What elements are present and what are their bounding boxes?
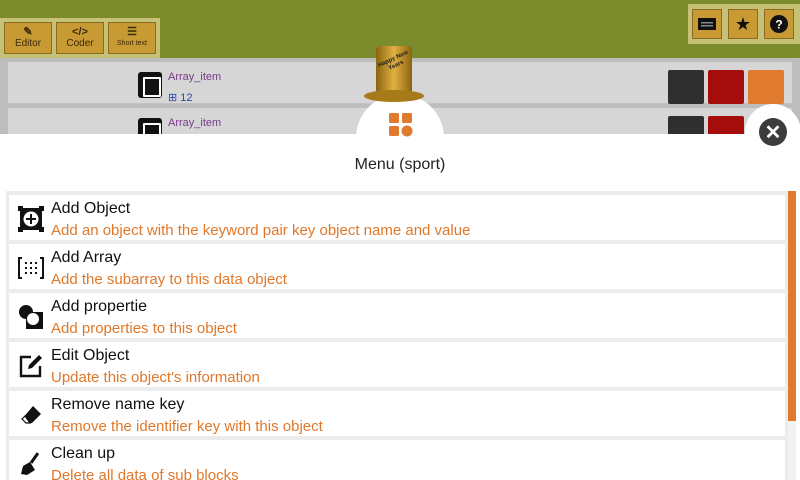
star-icon: ★ [734,13,752,34]
scrollbar-thumb[interactable] [788,191,796,421]
menu-item-description: Remove the identifier key with this obje… [51,418,323,435]
close-menu-button[interactable]: ✕ [745,104,800,160]
short-text-tool-button[interactable]: ☰ Short text [108,22,156,54]
add-object-icon [17,205,45,233]
svg-text:?: ? [775,18,782,32]
tool-label: Coder [66,38,94,49]
item-name: Array_item [168,117,222,129]
tool-label: Editor [14,38,42,49]
note-icon: ☰ [127,26,137,38]
favorite-button[interactable]: ★ [728,9,758,39]
keyboard-button[interactable] [692,9,722,39]
help-button[interactable]: ? [764,9,794,39]
properties-icon [17,303,45,331]
close-icon: ✕ [759,118,787,146]
menu-title: Menu (sport) [354,156,446,173]
delete-item-button[interactable] [708,70,744,104]
menu-item-title: Remove name key [51,396,185,413]
menu-list: Add Object Add an object with the keywor… [6,191,796,480]
menu-item-description: Delete all data of sub blocks [51,467,239,480]
array-brackets-icon [17,254,45,282]
menu-item-title: Clean up [51,445,116,462]
menu-item-edit-object[interactable]: Edit Object Update this object's informa… [9,342,785,387]
menu-item-clean-up[interactable]: Clean up Delete all data of sub blocks [9,440,785,480]
eraser-icon [17,401,45,429]
item-count-value: 12 [180,92,193,104]
code-icon: </> [72,26,88,38]
edit-icon [17,352,45,380]
menu-item-title: Add propertie [51,298,148,315]
grid-menu-icon [389,113,413,137]
editor-tool-button[interactable]: ✎ Editor [4,22,52,54]
menu-scrollbar[interactable] [788,191,796,480]
tool-label: Short text [117,40,147,47]
menu-item-title: Add Object [51,200,131,217]
menu-item-description: Add properties to this object [51,320,237,337]
coder-tool-button[interactable]: </> Coder [56,22,104,54]
menu-item-description: Add the subarray to this data object [51,271,287,288]
menu-item-description: Update this object's information [51,369,260,386]
item-name: Array_item [168,71,222,83]
menu-item-remove-name-key[interactable]: Remove name key Remove the identifier ke… [9,391,785,436]
menu-item-title: Add Array [51,249,122,266]
menu-item-add-array[interactable]: Add Array Add the subarray to this data … [9,244,785,289]
menu-item-add-object[interactable]: Add Object Add an object with the keywor… [9,195,785,240]
edit-item-button[interactable] [668,70,704,104]
help-icon: ? [770,15,788,33]
menu-item-description: Add an object with the keyword pair key … [51,222,471,239]
tool-bar: ✎ Editor </> Coder ☰ Short text [0,18,160,58]
new-year-hat-decoration: Happy New Years [362,46,426,106]
right-toolbar: ★ ? [688,4,800,44]
edit-icon: ✎ [23,26,33,38]
menu-item-title: Edit Object [51,347,130,364]
keyboard-icon [698,18,716,30]
more-item-button[interactable] [748,70,784,104]
item-count: ⊞ 12 [168,92,193,104]
menu-item-add-propertie[interactable]: Add propertie Add properties to this obj… [9,293,785,338]
array-icon [138,72,162,98]
hat-brim [364,90,424,102]
broom-icon [17,450,45,478]
